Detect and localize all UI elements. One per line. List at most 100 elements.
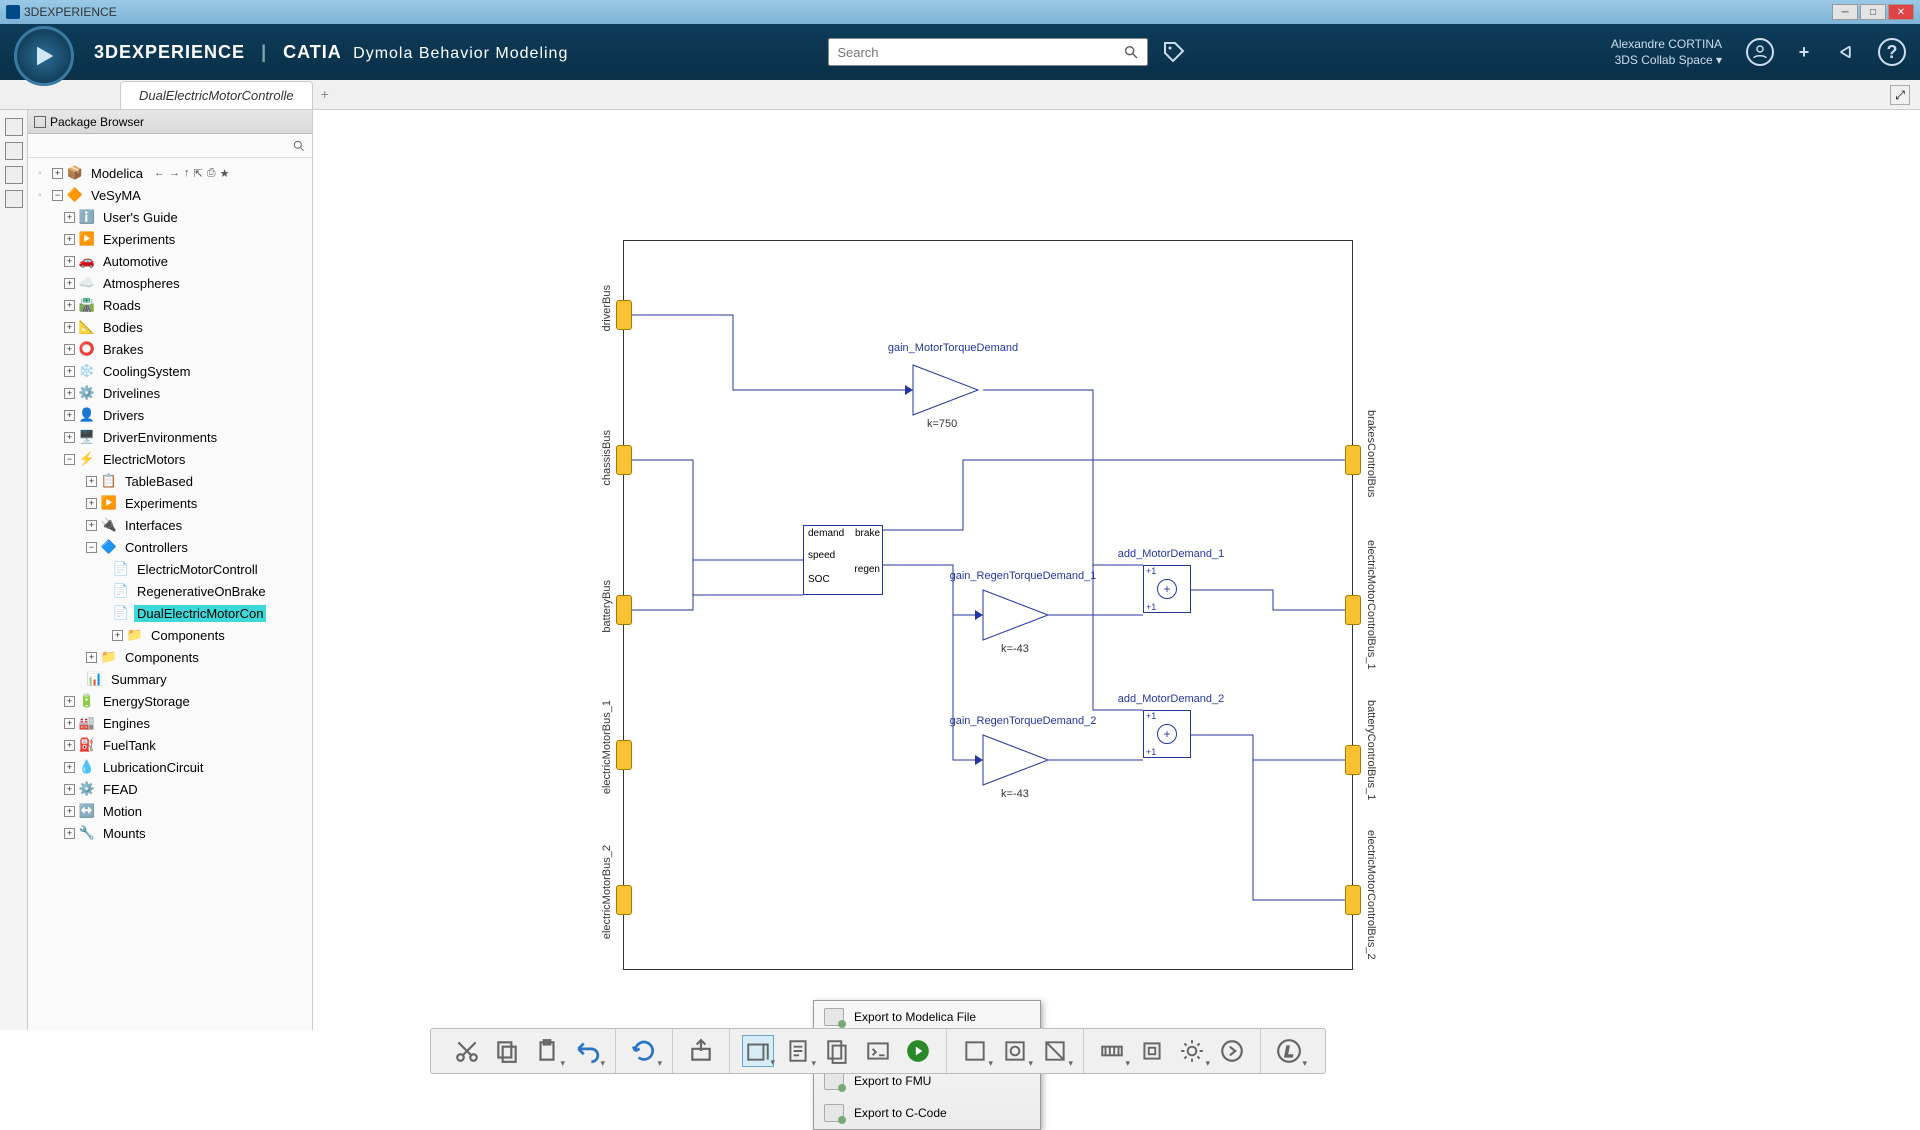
tree-node[interactable]: +🖥️DriverEnvironments: [28, 426, 312, 448]
search-box[interactable]: [828, 38, 1148, 66]
share-icon[interactable]: [1834, 38, 1862, 66]
package-browser-header: Package Browser: [28, 110, 312, 134]
block-add2[interactable]: + +1 +1: [1143, 710, 1191, 758]
user-name: Alexandre CORTINA: [1611, 36, 1722, 52]
tree-node[interactable]: +👤Drivers: [28, 404, 312, 426]
tree-node[interactable]: +⚙️Drivelines: [28, 382, 312, 404]
brand-main: 3DEXPERIENCE: [94, 42, 245, 62]
tree-node[interactable]: +↔️Motion: [28, 800, 312, 822]
node-label: VeSyMA: [88, 187, 144, 204]
lib-icon: 📦: [66, 165, 84, 181]
tree-node[interactable]: +🔋EnergyStorage: [28, 690, 312, 712]
tree-node[interactable]: +🛣️Roads: [28, 294, 312, 316]
next-icon[interactable]: [1216, 1035, 1248, 1067]
tree-node[interactable]: +⭕Brakes: [28, 338, 312, 360]
package-tree[interactable]: ◦ + 📦 Modelica ←→↑⇱⎙★ ◦ − 🔶 VeSyMA +ℹ️Us…: [28, 158, 312, 1030]
tree-node[interactable]: 📊Summary: [28, 668, 312, 690]
tree-node-modelica[interactable]: ◦ + 📦 Modelica ←→↑⇱⎙★: [28, 162, 312, 184]
tree-node-vesyma[interactable]: ◦ − 🔶 VeSyMA: [28, 184, 312, 206]
help-icon[interactable]: ?: [1878, 38, 1906, 66]
copy-icon[interactable]: [491, 1035, 523, 1067]
tree-node[interactable]: 📄ElectricMotorControll: [28, 558, 312, 580]
cut-icon[interactable]: [451, 1035, 483, 1067]
brand-sub: Dymola Behavior Modeling: [353, 45, 568, 62]
tree-node[interactable]: +📁Components: [28, 646, 312, 668]
tree-node[interactable]: +⚙️FEAD: [28, 778, 312, 800]
tab-add-button[interactable]: +: [321, 86, 339, 104]
pkg-search-icon[interactable]: [292, 139, 306, 153]
tab-document[interactable]: DualElectricMotorControlle: [120, 81, 313, 109]
component-icon[interactable]: [1136, 1035, 1168, 1067]
menu-export-ccode[interactable]: Export to C-Code: [814, 1097, 1040, 1129]
tool-icon-1[interactable]: ▾: [959, 1035, 991, 1067]
nav-arrows[interactable]: ←→↑⇱⎙★: [154, 167, 229, 180]
tree-node[interactable]: +🔌Interfaces: [28, 514, 312, 536]
search-icon[interactable]: [1123, 44, 1139, 60]
expand-icon[interactable]: −: [52, 190, 63, 201]
block-add1[interactable]: + +1 +1: [1143, 565, 1191, 613]
top-bar: 3DEXPERIENCE | CATIA Dymola Behavior Mod…: [0, 24, 1920, 80]
brand-product: CATIA: [283, 42, 341, 62]
package-browser-panel: Package Browser ◦ + 📦 Modelica ←→↑⇱⎙★ ◦ …: [28, 110, 313, 1030]
tree-node[interactable]: +🔧Mounts: [28, 822, 312, 844]
multi-doc-icon[interactable]: [822, 1035, 854, 1067]
terminal-icon[interactable]: [862, 1035, 894, 1067]
license-icon[interactable]: L▾: [1273, 1035, 1305, 1067]
measure-icon[interactable]: ▾: [1096, 1035, 1128, 1067]
document-icon[interactable]: ▾: [782, 1035, 814, 1067]
user-space[interactable]: 3DS Collab Space: [1615, 53, 1713, 67]
profile-icon[interactable]: [1746, 38, 1774, 66]
gain3-k: k=-43: [1001, 788, 1029, 800]
export-button[interactable]: ▾: [742, 1035, 774, 1067]
tag-icon[interactable]: [1162, 40, 1186, 64]
tree-node[interactable]: +▶️Experiments: [28, 228, 312, 250]
share-out-icon[interactable]: [685, 1035, 717, 1067]
refresh-icon[interactable]: ▾: [628, 1035, 660, 1067]
rail-item-3[interactable]: [5, 166, 23, 184]
play-icon[interactable]: [902, 1035, 934, 1067]
window-minimize-button[interactable]: ─: [1832, 4, 1858, 20]
compass-icon[interactable]: [14, 26, 74, 86]
bottom-toolbar: ▾ ▾ ▾ ▾ ▾ ▾ ▾ ▾ ▾ ▾ L▾: [430, 1028, 1326, 1074]
user-info: Alexandre CORTINA 3DS Collab Space ▾: [1611, 36, 1722, 68]
undo-icon[interactable]: ▾: [571, 1035, 603, 1067]
tree-node-selected[interactable]: 📄DualElectricMotorCon: [28, 602, 312, 624]
tree-node[interactable]: +💧LubricationCircuit: [28, 756, 312, 778]
tree-node[interactable]: +❄️CoolingSystem: [28, 360, 312, 382]
tree-node[interactable]: +🚗Automotive: [28, 250, 312, 272]
diagram-canvas[interactable]: driverBus chassisBus batteryBus electric…: [313, 110, 1920, 1030]
gain1-k: k=750: [927, 418, 957, 430]
search-input[interactable]: [837, 45, 1123, 60]
tree-node[interactable]: +▶️Experiments: [28, 492, 312, 514]
add1-label: add_MotorDemand_1: [1111, 548, 1231, 560]
rail-item-2[interactable]: [5, 142, 23, 160]
tree-node[interactable]: +⛽FuelTank: [28, 734, 312, 756]
rail-item-1[interactable]: [5, 118, 23, 136]
tree-node[interactable]: +🏭Engines: [28, 712, 312, 734]
tree-node[interactable]: +📐Bodies: [28, 316, 312, 338]
tree-node[interactable]: +ℹ️User's Guide: [28, 206, 312, 228]
window-close-button[interactable]: ✕: [1888, 4, 1914, 20]
tree-node[interactable]: +☁️Atmospheres: [28, 272, 312, 294]
tree-node[interactable]: 📄RegenerativeOnBrake: [28, 580, 312, 602]
pkg-header-checkbox[interactable]: [34, 116, 46, 128]
tool-icon-2[interactable]: ▾: [999, 1035, 1031, 1067]
gain2-label: gain_RegenTorqueDemand_1: [933, 570, 1113, 582]
tree-node-controllers[interactable]: −🔷Controllers: [28, 536, 312, 558]
expand-button[interactable]: ⤢: [1890, 85, 1910, 105]
pkg-header-title: Package Browser: [50, 115, 144, 129]
left-rail: [0, 110, 28, 1030]
rail-item-4[interactable]: [5, 190, 23, 208]
gain3-label: gain_RegenTorqueDemand_2: [933, 715, 1113, 727]
gear-icon[interactable]: ▾: [1176, 1035, 1208, 1067]
paste-icon[interactable]: ▾: [531, 1035, 563, 1067]
window-maximize-button[interactable]: □: [1860, 4, 1886, 20]
node-label: Modelica: [88, 165, 146, 182]
expand-icon[interactable]: +: [52, 168, 63, 179]
tree-node[interactable]: +📁Components: [28, 624, 312, 646]
window-titlebar: 3DEXPERIENCE ─ □ ✕: [0, 0, 1920, 24]
tree-node[interactable]: +📋TableBased: [28, 470, 312, 492]
tree-node-electricmotors[interactable]: −⚡ElectricMotors: [28, 448, 312, 470]
add-icon[interactable]: +: [1790, 38, 1818, 66]
tool-icon-3[interactable]: ▾: [1039, 1035, 1071, 1067]
